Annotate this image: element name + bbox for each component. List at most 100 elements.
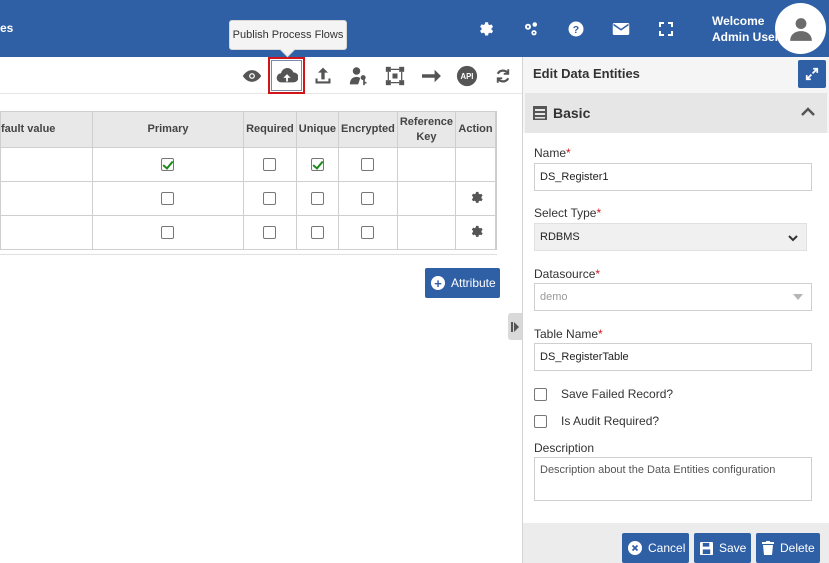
required-cell <box>243 147 297 182</box>
default-value-cell[interactable] <box>0 181 93 216</box>
settings-gear-icon[interactable] <box>475 18 497 40</box>
section-basic-label: Basic <box>553 105 591 121</box>
collapse-panel-toggle[interactable] <box>508 313 522 340</box>
col-action[interactable]: Action <box>455 111 496 148</box>
plus-circle-icon: + <box>431 276 445 290</box>
upload-icon[interactable] <box>308 62 338 90</box>
row-settings-button[interactable] <box>468 224 483 239</box>
table-name-input[interactable]: DS_RegisterTable <box>534 343 812 371</box>
add-attribute-button[interactable]: + Attribute <box>425 268 500 298</box>
toolbar: API <box>0 57 522 94</box>
audit-required-label: Is Audit Required? <box>561 414 660 428</box>
select-type-label-text: Select Type <box>534 206 597 220</box>
attributes-table: fault value Primary Required Unique Encr… <box>0 111 497 250</box>
col-primary[interactable]: Primary <box>91 111 245 148</box>
breadcrumb[interactable]: es <box>0 21 13 35</box>
action-cell[interactable] <box>455 215 496 250</box>
col-unique[interactable]: Unique <box>295 111 340 148</box>
audit-required-checkbox[interactable] <box>534 414 547 428</box>
save-failed-record-checkbox[interactable] <box>534 387 547 401</box>
datasource-dropdown[interactable]: demo <box>534 283 812 311</box>
svg-text:?: ? <box>573 24 579 36</box>
section-basic-header[interactable]: Basic <box>525 93 827 133</box>
panel-title: Edit Data Entities <box>533 66 640 81</box>
action-cell[interactable] <box>455 181 496 216</box>
primary-cell <box>91 181 245 216</box>
description-textarea[interactable]: Description about the Data Entities conf… <box>534 457 812 501</box>
collapse-arrow-icon <box>511 321 519 332</box>
unique-cell <box>295 181 340 216</box>
refresh-icon[interactable] <box>488 62 518 90</box>
description-label: Description <box>534 441 595 455</box>
required-mark: * <box>566 146 571 160</box>
user-avatar-icon[interactable] <box>775 3 826 54</box>
delete-button[interactable]: Delete <box>756 533 820 563</box>
save-failed-record-row: Save Failed Record? <box>534 387 673 401</box>
cancel-icon <box>628 541 642 555</box>
publish-process-flows-button[interactable] <box>268 57 305 94</box>
cancel-button[interactable]: Cancel <box>622 533 689 563</box>
flow-icon[interactable] <box>380 62 410 90</box>
unique-checkbox[interactable] <box>310 226 324 239</box>
unique-checkbox[interactable] <box>310 158 324 171</box>
network-gear-icon[interactable] <box>520 18 542 40</box>
col-encrypted[interactable]: Encrypted <box>338 111 398 148</box>
name-label-text: Name <box>534 146 567 160</box>
expand-panel-button[interactable] <box>798 60 826 88</box>
chevron-up-icon[interactable] <box>801 107 815 117</box>
action-cell <box>455 147 496 182</box>
unique-cell <box>295 215 340 250</box>
top-header: es ? Welcome Admin User <box>0 0 829 57</box>
required-mark: * <box>598 327 603 341</box>
primary-cell <box>91 147 245 182</box>
encrypted-checkbox[interactable] <box>361 192 375 205</box>
user-key-icon[interactable] <box>344 62 374 90</box>
encrypted-checkbox[interactable] <box>361 226 375 239</box>
primary-checkbox[interactable] <box>161 158 175 171</box>
panel-footer: Cancel Save Delete <box>523 523 829 563</box>
api-icon[interactable]: API <box>452 62 482 90</box>
help-icon[interactable]: ? <box>565 18 587 40</box>
eye-icon[interactable] <box>237 62 267 90</box>
table-row <box>0 181 496 216</box>
col-default-value[interactable]: fault value <box>0 111 93 148</box>
save-button[interactable]: Save <box>694 533 751 563</box>
basic-form: Name* DS_Register1 Select Type* RDBMS Da… <box>523 133 829 523</box>
delete-label: Delete <box>780 541 815 555</box>
datasource-label: Datasource* <box>534 267 600 281</box>
select-type-value: RDBMS <box>540 231 580 243</box>
select-type-dropdown[interactable]: RDBMS <box>534 223 807 251</box>
unique-checkbox[interactable] <box>310 192 324 205</box>
primary-cell <box>91 215 245 250</box>
mail-icon[interactable] <box>610 18 632 40</box>
table-row <box>0 215 496 250</box>
form-icon <box>533 106 547 120</box>
col-required[interactable]: Required <box>243 111 297 148</box>
required-cell <box>243 215 297 250</box>
required-checkbox[interactable] <box>263 226 277 239</box>
default-value-cell[interactable] <box>0 147 93 182</box>
col-reference-key[interactable]: Reference Key <box>396 111 457 148</box>
gear-icon <box>471 191 483 203</box>
table-row <box>0 147 496 182</box>
primary-checkbox[interactable] <box>161 226 175 239</box>
cancel-label: Cancel <box>648 541 686 555</box>
name-input[interactable]: DS_Register1 <box>534 163 812 191</box>
required-checkbox[interactable] <box>263 158 277 171</box>
expand-icon <box>805 67 819 81</box>
user-name: Admin User <box>712 30 780 44</box>
welcome-text: Welcome Admin User <box>712 13 779 45</box>
encrypted-checkbox[interactable] <box>361 158 375 171</box>
required-checkbox[interactable] <box>263 192 277 205</box>
reference-key-cell <box>396 215 457 250</box>
arrow-right-icon[interactable] <box>416 62 446 90</box>
publish-tooltip: Publish Process Flows <box>229 20 347 50</box>
table-name-label-text: Table Name <box>534 327 599 341</box>
table-name-label: Table Name* <box>534 327 603 341</box>
fullscreen-icon[interactable] <box>655 18 677 40</box>
edit-data-entities-panel: Edit Data Entities Basic Name* DS_Regist… <box>522 57 829 563</box>
cloud-upload-icon <box>271 60 302 91</box>
primary-checkbox[interactable] <box>161 192 175 205</box>
row-settings-button[interactable] <box>468 190 483 205</box>
default-value-cell[interactable] <box>0 215 93 250</box>
